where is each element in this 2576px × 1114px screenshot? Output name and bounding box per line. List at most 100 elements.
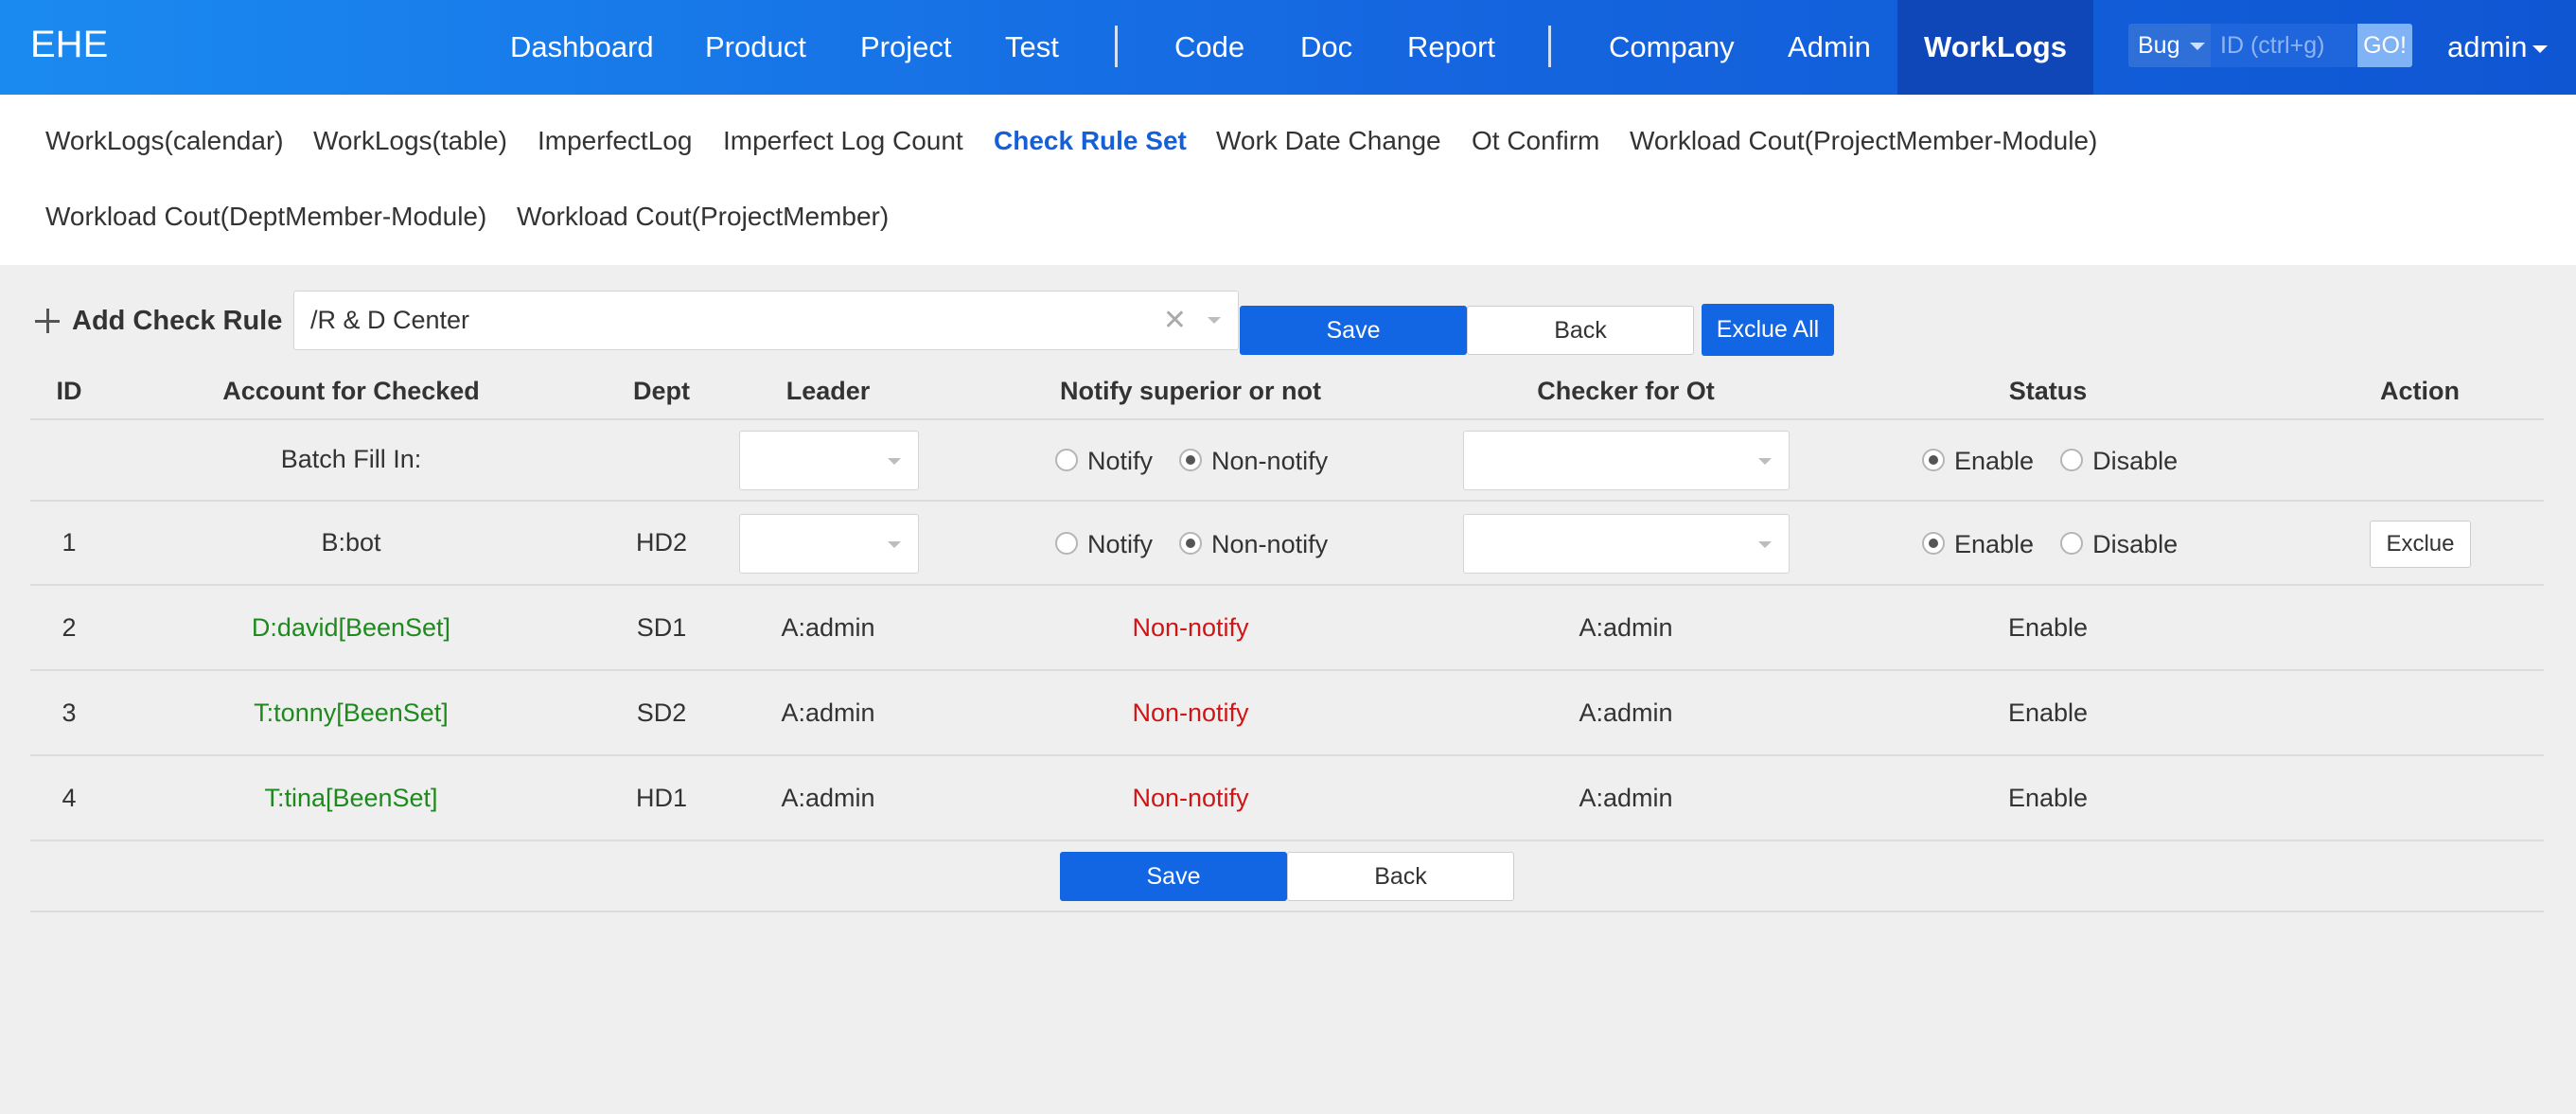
non-notify-label[interactable]: Non-notify	[1211, 447, 1328, 475]
footer-save-button[interactable]: Save	[1060, 852, 1287, 901]
disable-label[interactable]: Disable	[2092, 447, 2178, 475]
row-account: D:david[BeenSet]	[251, 613, 451, 642]
save-button[interactable]: Save	[1240, 306, 1467, 355]
dept-select-value: /R & D Center	[310, 306, 470, 334]
row-leader: A:admin	[781, 613, 875, 642]
row-disable-radio[interactable]	[2060, 531, 2084, 555]
row-account: B:bot	[321, 528, 381, 557]
subnav-worklogs-calendar[interactable]: WorkLogs(calendar)	[45, 126, 284, 156]
subnav-workload-project-module[interactable]: Workload Cout(ProjectMember-Module)	[1630, 126, 2097, 156]
user-menu[interactable]: admin	[2447, 0, 2549, 95]
table-divider	[30, 754, 2544, 756]
table-divider	[30, 584, 2544, 586]
row-dept: HD1	[635, 784, 687, 812]
column-header-dept: Dept	[633, 377, 690, 405]
subnav-worklogs-table[interactable]: WorkLogs(table)	[313, 126, 507, 156]
user-name: admin	[2447, 30, 2528, 63]
row-status: Enable	[2007, 613, 2089, 642]
search-type-select[interactable]: Bug	[2128, 24, 2211, 67]
exclude-button[interactable]: Exclue	[2370, 521, 2471, 568]
column-header-checker: Checker for Ot	[1537, 377, 1715, 405]
batch-notify-radio[interactable]	[1055, 448, 1078, 471]
chevron-down-icon	[1758, 541, 1772, 548]
chevron-down-icon	[2190, 43, 2205, 50]
row-notify: Non-notify	[1132, 613, 1249, 642]
enable-label[interactable]: Enable	[1954, 530, 2034, 558]
batch-enable-radio[interactable]	[1922, 448, 1945, 471]
column-header-account: Account for Checked	[222, 377, 480, 405]
nav-project[interactable]: Project	[860, 0, 951, 95]
subnav-imperfect-log[interactable]: ImperfectLog	[538, 126, 692, 156]
row-notify-radio[interactable]	[1055, 531, 1078, 555]
search-type-label: Bug	[2138, 32, 2180, 59]
column-header-leader: Leader	[785, 377, 871, 405]
disable-label[interactable]: Disable	[2092, 530, 2178, 558]
nav-code[interactable]: Code	[1174, 0, 1244, 95]
row-account: T:tonny[BeenSet]	[254, 698, 449, 727]
row-checker-select[interactable]	[1463, 514, 1790, 574]
chevron-down-icon	[1208, 317, 1221, 324]
non-notify-label[interactable]: Non-notify	[1211, 530, 1328, 558]
row-status: Enable	[2007, 698, 2089, 727]
row-notify: Non-notify	[1132, 698, 1249, 727]
brand-logo[interactable]: EHE	[30, 24, 108, 66]
close-icon[interactable]: ✕	[1163, 292, 1187, 349]
batch-leader-select[interactable]	[739, 431, 919, 490]
nav-worklogs[interactable]: WorkLogs	[1897, 0, 2093, 95]
subnav-workload-dept-module[interactable]: Workload Cout(DeptMember-Module)	[45, 202, 486, 232]
subnav-imperfect-log-count[interactable]: Imperfect Log Count	[723, 126, 963, 156]
search-id-input[interactable]	[2211, 24, 2356, 67]
row-checker: A:admin	[1579, 784, 1673, 812]
row-checker: A:admin	[1579, 613, 1673, 642]
row-non-notify-radio[interactable]	[1179, 531, 1203, 555]
notify-label[interactable]: Notify	[1087, 530, 1153, 558]
notify-label[interactable]: Notify	[1087, 447, 1153, 475]
go-button[interactable]: GO!	[2357, 24, 2412, 67]
row-enable-radio[interactable]	[1922, 531, 1945, 555]
table-divider	[30, 500, 2544, 502]
subnav-check-rule-set[interactable]: Check Rule Set	[994, 126, 1187, 156]
table-divider	[30, 840, 2544, 841]
batch-disable-radio[interactable]	[2060, 448, 2084, 471]
nav-report[interactable]: Report	[1407, 0, 1495, 95]
batch-non-notify-radio[interactable]	[1179, 448, 1203, 471]
enable-label[interactable]: Enable	[1954, 447, 2034, 475]
chevron-down-icon	[888, 458, 901, 465]
nav-doc[interactable]: Doc	[1300, 0, 1352, 95]
sub-navbar: WorkLogs(calendar) WorkLogs(table) Imper…	[0, 95, 2576, 265]
batch-status-radio-group: Enable Disable	[1922, 446, 2204, 476]
nav-admin[interactable]: Admin	[1788, 0, 1871, 95]
row-id: 2	[62, 613, 77, 642]
nav-divider	[1115, 26, 1118, 67]
nav-dashboard[interactable]: Dashboard	[510, 0, 654, 95]
nav-company[interactable]: Company	[1609, 0, 1735, 95]
row-id: 1	[62, 528, 77, 557]
subnav-workload-project-member[interactable]: Workload Cout(ProjectMember)	[517, 202, 889, 232]
row-account: T:tina[BeenSet]	[264, 784, 438, 812]
column-header-status: Status	[2008, 377, 2088, 405]
footer-back-button[interactable]: Back	[1287, 852, 1514, 901]
row-leader-select[interactable]	[739, 514, 919, 574]
row-id: 3	[62, 698, 77, 727]
chevron-down-icon	[1758, 458, 1772, 465]
row-dept: SD2	[636, 698, 687, 727]
subnav-work-date-change[interactable]: Work Date Change	[1216, 126, 1441, 156]
row-notify-radio-group: Notify Non-notify	[1055, 529, 1354, 559]
top-navbar: EHE Dashboard Product Project Test Code …	[0, 0, 2576, 95]
row-leader: A:admin	[781, 784, 875, 812]
row-dept: SD1	[636, 613, 687, 642]
subnav-ot-confirm[interactable]: Ot Confirm	[1472, 126, 1599, 156]
page-title: Add Check Rule	[72, 306, 283, 336]
nav-test[interactable]: Test	[1005, 0, 1059, 95]
batch-checker-select[interactable]	[1463, 431, 1790, 490]
column-header-action: Action	[2380, 377, 2460, 405]
dept-select[interactable]: /R & D Center ✕	[293, 291, 1239, 350]
exclude-all-button[interactable]: Exclue All	[1702, 304, 1834, 356]
row-id: 4	[62, 784, 77, 812]
plus-icon	[35, 309, 60, 333]
column-header-notify: Notify superior or not	[1060, 377, 1321, 405]
nav-product[interactable]: Product	[705, 0, 806, 95]
row-checker: A:admin	[1579, 698, 1673, 727]
back-button[interactable]: Back	[1467, 306, 1694, 355]
chevron-down-icon	[2532, 44, 2549, 53]
